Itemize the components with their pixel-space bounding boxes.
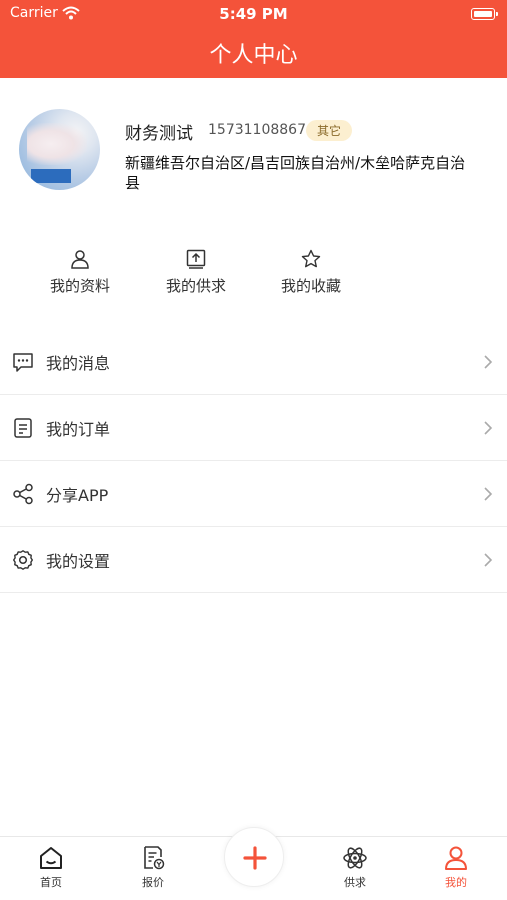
quick-action-label: 我的供求 xyxy=(165,277,226,295)
menu-item-messages[interactable]: 我的消息 xyxy=(0,329,507,395)
menu-item-orders[interactable]: 我的订单 xyxy=(0,395,507,461)
profile-address: 新疆维吾尔自治区/昌吉回族自治州/木垒哈萨克自治县 xyxy=(125,154,466,192)
quick-action-favorites[interactable]: 我的收藏 xyxy=(251,245,371,296)
quick-actions: 我的资料 我的供求 我的收藏 xyxy=(0,245,507,305)
tab-bar: 首页 报价 供求 我的 xyxy=(0,827,507,900)
atom-icon xyxy=(343,847,367,869)
quick-action-supply[interactable]: 我的供求 xyxy=(136,245,256,296)
plus-icon xyxy=(243,846,267,870)
battery-icon xyxy=(471,8,498,20)
quick-action-profile[interactable]: 我的资料 xyxy=(20,245,140,296)
quote-icon xyxy=(144,846,165,870)
menu-item-label: 我的订单 xyxy=(46,419,111,439)
upload-box-icon xyxy=(186,249,206,269)
user-icon xyxy=(445,846,467,870)
order-icon xyxy=(14,418,32,438)
star-icon xyxy=(301,249,321,268)
menu-item-label: 我的消息 xyxy=(46,353,111,373)
tab-label: 报价 xyxy=(142,876,164,889)
tab-mine[interactable]: 我的 xyxy=(421,845,491,890)
tab-label: 首页 xyxy=(40,876,62,889)
chevron-right-icon xyxy=(484,355,493,369)
publish-button[interactable] xyxy=(224,827,284,887)
quick-action-label: 我的资料 xyxy=(49,277,110,295)
avatar[interactable] xyxy=(19,109,100,190)
tab-label: 我的 xyxy=(445,876,467,889)
message-icon xyxy=(13,353,33,372)
menu-item-share[interactable]: 分享APP xyxy=(0,461,507,527)
menu-item-settings[interactable]: 我的设置 xyxy=(0,527,507,593)
tab-quote[interactable]: 报价 xyxy=(118,845,188,890)
tab-label: 供求 xyxy=(344,876,366,889)
profile-phone: 15731108867 xyxy=(208,122,306,138)
settings-icon xyxy=(13,550,33,570)
quick-action-label: 我的收藏 xyxy=(280,277,341,295)
page-title: 个人中心 xyxy=(209,43,298,68)
home-icon xyxy=(40,847,62,869)
status-bar: Carrier 5:49 PM xyxy=(0,0,507,28)
user-icon xyxy=(71,250,89,269)
profile-card[interactable]: 财务测试 15731108867 其它 新疆维吾尔自治区/昌吉回族自治州/木垒哈… xyxy=(0,78,507,228)
chevron-right-icon xyxy=(484,487,493,501)
avatar-sign xyxy=(31,169,71,183)
status-time: 5:49 PM xyxy=(219,5,288,23)
avatar-blossom xyxy=(27,123,87,165)
menu-list: 我的消息 我的订单 分享APP 我的设置 xyxy=(0,329,507,593)
share-icon xyxy=(13,483,33,505)
chevron-right-icon xyxy=(484,421,493,435)
menu-item-label: 我的设置 xyxy=(46,551,111,571)
tab-home[interactable]: 首页 xyxy=(16,845,86,890)
profile-name: 财务测试 xyxy=(125,124,193,144)
profile-role-badge: 其它 xyxy=(306,120,353,141)
chevron-right-icon xyxy=(484,553,493,567)
tab-supply[interactable]: 供求 xyxy=(320,845,390,890)
menu-item-label: 分享APP xyxy=(46,485,109,505)
nav-bar: 个人中心 xyxy=(0,28,507,78)
